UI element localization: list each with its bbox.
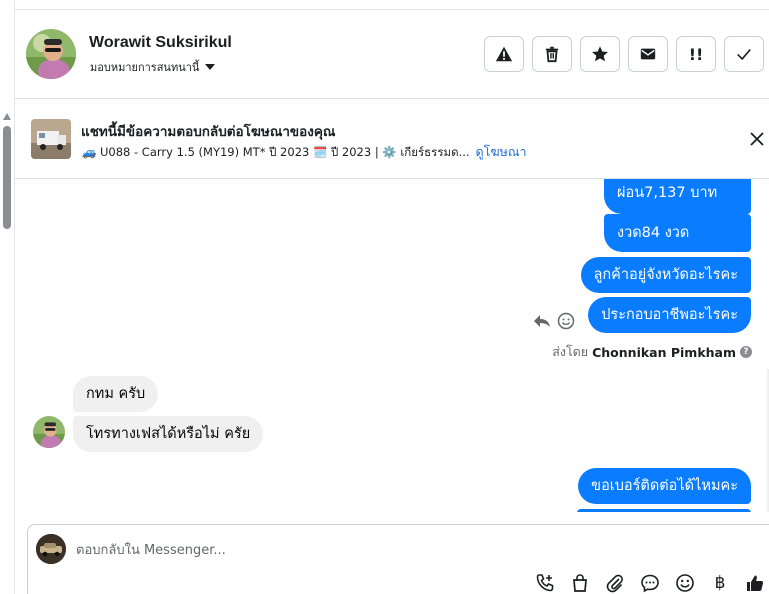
view-ad-link[interactable]: ดูโฆษณา	[476, 144, 527, 159]
contact-name[interactable]: Worawit Suksirikul	[89, 34, 232, 52]
scroll-up-arrow-icon[interactable]	[3, 113, 11, 120]
envelope-icon	[640, 48, 656, 60]
message-input[interactable]: ตอบกลับใน Messenger...	[76, 539, 226, 560]
conversation-header: Worawit Suksirikul มอบหมายการสนทนานี้ !!	[15, 10, 769, 99]
outgoing-message[interactable]: ผ่อน7,137 บาท	[604, 179, 751, 214]
composer-toolbar: ฿	[535, 573, 765, 593]
checkmark-icon	[737, 48, 751, 61]
close-icon[interactable]	[747, 129, 767, 149]
assign-conversation-dropdown[interactable]: มอบหมายการสนทนานี้	[90, 58, 216, 76]
react-smiley-icon[interactable]	[557, 312, 575, 330]
page-avatar	[36, 534, 66, 564]
left-scrollbar[interactable]	[0, 0, 15, 594]
delete-button[interactable]	[532, 36, 572, 72]
double-exclamation-icon: !!	[688, 44, 704, 64]
ad-banner-title: แชทนี้มีข้อความตอบกลับต่อโฆษณาของคุณ	[81, 124, 336, 139]
chevron-down-icon	[205, 64, 216, 70]
mark-spam-button[interactable]: !!	[676, 36, 716, 72]
call-add-icon[interactable]	[535, 573, 555, 593]
incoming-message[interactable]: โทรทางเฟสได้หรือไม่ ครัย	[73, 416, 264, 452]
ad-detail-text: 🚙 U088 - Carry 1.5 (MY19) MT* ปี 2023 🗓️…	[82, 145, 470, 159]
reply-icon[interactable]	[533, 313, 551, 329]
trash-icon	[545, 46, 559, 63]
star-button[interactable]	[580, 36, 620, 72]
sender-name[interactable]: Chonnikan Pimkham	[592, 345, 736, 360]
ad-thumbnail[interactable]	[31, 119, 71, 159]
scroll-thumb[interactable]	[3, 126, 11, 229]
report-button[interactable]	[484, 36, 524, 72]
outgoing-message[interactable]: ขอเบอร์ติดต่อได้ไหมคะ	[578, 468, 751, 504]
outgoing-message[interactable]: ประกอบอาชีพอะไรคะ	[588, 297, 751, 333]
incoming-message[interactable]: กทม ครับ	[73, 376, 159, 412]
message-hover-tools	[533, 312, 575, 330]
thumbs-up-icon[interactable]	[745, 573, 765, 593]
star-icon	[592, 46, 608, 62]
message-thread[interactable]: ผ่อน7,137 บาท งวด84 งวด ลูกค้าอยู่จังหวั…	[15, 179, 769, 512]
conversation-actions: !!	[484, 36, 764, 72]
outgoing-message-partial[interactable]	[577, 509, 751, 512]
outgoing-message[interactable]: ลูกค้าอยู่จังหวัดอะไรคะ	[580, 257, 751, 293]
thread-edge-shadow	[765, 369, 769, 512]
warning-icon	[495, 46, 513, 62]
chat-bubble-icon[interactable]	[640, 573, 660, 593]
emoji-icon[interactable]	[675, 573, 695, 593]
assign-label: มอบหมายการสนทนานี้	[90, 61, 200, 74]
outgoing-message[interactable]: งวด84 งวด	[604, 214, 751, 252]
paperclip-icon[interactable]	[605, 573, 625, 593]
ad-reply-banner: แชทนี้มีข้อความตอบกลับต่อโฆษณาของคุณ 🚙 U…	[15, 99, 769, 179]
reply-composer: ตอบกลับใน Messenger... ฿	[27, 524, 769, 594]
mark-unread-button[interactable]	[628, 36, 668, 72]
help-icon[interactable]: ?	[740, 346, 752, 358]
ad-banner-detail: 🚙 U088 - Carry 1.5 (MY19) MT* ปี 2023 🗓️…	[82, 142, 527, 162]
contact-avatar[interactable]	[26, 29, 76, 79]
contact-avatar-small[interactable]	[33, 416, 65, 448]
sent-by-label: ส่งโดย Chonnikan Pimkham ?	[552, 342, 752, 362]
baht-currency-icon[interactable]: ฿	[710, 573, 730, 593]
done-button[interactable]	[724, 36, 764, 72]
shopping-bag-icon[interactable]	[570, 573, 590, 593]
